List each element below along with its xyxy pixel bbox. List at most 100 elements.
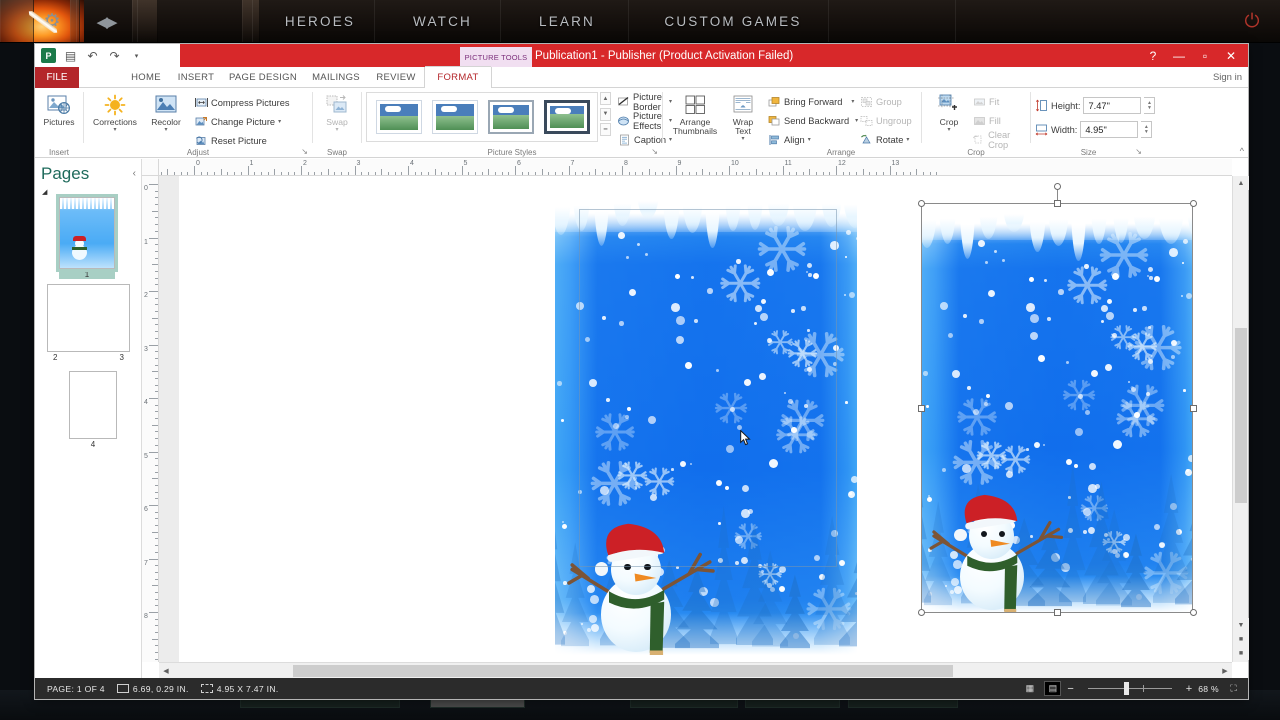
size-dialog-launcher[interactable]: ↘ bbox=[1135, 147, 1142, 156]
handle-bottom-left[interactable] bbox=[918, 609, 925, 616]
nav-back-forward-icons[interactable]: ◀▶ bbox=[80, 0, 132, 42]
redo-icon[interactable]: ↷ bbox=[107, 48, 122, 63]
bring-forward-button[interactable]: Bring Forward ▾ bbox=[767, 93, 858, 110]
swap-button[interactable]: Swap ▾ bbox=[313, 88, 361, 133]
adjust-dialog-launcher[interactable]: ↘ bbox=[301, 147, 308, 156]
vertical-scroll-thumb[interactable] bbox=[1235, 328, 1247, 503]
compress-pictures-button[interactable]: Compress Pictures bbox=[194, 94, 290, 111]
zoom-out-icon[interactable]: − bbox=[1067, 683, 1073, 695]
width-spinner[interactable]: ▲ ▼ bbox=[1141, 121, 1153, 138]
handle-bottom-center[interactable] bbox=[1054, 609, 1061, 616]
wrap-text-dropdown-icon[interactable]: ▾ bbox=[741, 136, 744, 142]
pages-section-expander-icon[interactable]: ◢ bbox=[42, 188, 47, 196]
swap-dropdown-icon[interactable]: ▾ bbox=[335, 127, 338, 133]
picture-style-thumb-2[interactable] bbox=[432, 100, 478, 134]
document-canvas[interactable] bbox=[159, 176, 1232, 662]
tab-review[interactable]: REVIEW bbox=[369, 67, 423, 88]
handle-top-right[interactable] bbox=[1190, 200, 1197, 207]
maximize-button[interactable]: ▫ bbox=[1192, 44, 1218, 67]
fit-page-icon[interactable]: ⛶ bbox=[1225, 681, 1242, 696]
tab-format[interactable]: FORMAT bbox=[425, 67, 491, 88]
rotate-button[interactable]: Rotate ▾ bbox=[859, 131, 912, 148]
align-dropdown-icon[interactable]: ▾ bbox=[808, 137, 811, 143]
recolor-button[interactable]: Recolor ▾ bbox=[142, 88, 190, 133]
customize-qat-icon[interactable]: ▾ bbox=[129, 48, 144, 63]
two-page-spread-view-icon[interactable]: ▤ bbox=[1044, 681, 1062, 696]
handle-bottom-right[interactable] bbox=[1190, 609, 1197, 616]
rotation-handle[interactable] bbox=[1054, 183, 1061, 190]
vertical-ruler[interactable]: 012345678 bbox=[142, 176, 159, 662]
handle-middle-left[interactable] bbox=[918, 405, 925, 412]
collapse-ribbon-icon[interactable]: ^ bbox=[1240, 146, 1244, 156]
horizontal-scroll-thumb[interactable] bbox=[293, 665, 953, 677]
handle-middle-right[interactable] bbox=[1190, 405, 1197, 412]
power-icon[interactable]: ⏻ bbox=[1232, 0, 1272, 42]
previous-page-icon[interactable]: ■ bbox=[1233, 632, 1249, 646]
scroll-right-icon[interactable]: ▶ bbox=[1218, 663, 1232, 679]
page-thumbnail-1[interactable]: 1 bbox=[59, 197, 115, 279]
gallery-more-icon[interactable]: ━ bbox=[600, 123, 611, 136]
zoom-slider[interactable] bbox=[1080, 681, 1180, 696]
next-page-icon[interactable]: ■ bbox=[1233, 646, 1249, 660]
send-backward-dropdown-icon[interactable]: ▾ bbox=[855, 118, 858, 124]
publisher-app-icon[interactable]: P bbox=[41, 48, 56, 63]
bring-forward-dropdown-icon[interactable]: ▾ bbox=[851, 99, 854, 105]
minimize-button[interactable]: — bbox=[1166, 44, 1192, 67]
height-spinner[interactable]: ▲ ▼ bbox=[1144, 97, 1156, 114]
horizontal-scrollbar[interactable]: ◀ ▶ bbox=[159, 662, 1232, 679]
crop-dropdown-icon[interactable]: ▾ bbox=[947, 127, 950, 133]
corrections-dropdown-icon[interactable]: ▾ bbox=[113, 127, 116, 133]
sign-in-link[interactable]: Sign in bbox=[1213, 67, 1242, 88]
nav-item-heroes[interactable]: HEROES bbox=[260, 0, 380, 42]
nav-item-learn[interactable]: LEARN bbox=[512, 0, 622, 42]
recolor-dropdown-icon[interactable]: ▾ bbox=[164, 127, 167, 133]
picture-style-thumb-1[interactable] bbox=[376, 100, 422, 134]
status-page-indicator[interactable]: PAGE: 1 OF 4 bbox=[47, 684, 105, 694]
tab-mailings[interactable]: MAILINGS bbox=[303, 67, 369, 88]
width-input[interactable]: 4.95" bbox=[1080, 121, 1139, 138]
gallery-scroll-down-icon[interactable]: ▼ bbox=[600, 107, 611, 121]
send-backward-button[interactable]: Send Backward ▾ bbox=[767, 112, 858, 129]
pages-pane-collapse-icon[interactable]: ‹ bbox=[133, 168, 136, 179]
single-page-view-icon[interactable]: ▦ bbox=[1021, 681, 1038, 696]
corrections-button[interactable]: Corrections ▾ bbox=[88, 88, 142, 133]
wrap-text-button[interactable]: Wrap Text ▾ bbox=[723, 88, 763, 142]
gallery-scroll-up-icon[interactable]: ▲ bbox=[600, 92, 611, 105]
rotate-dropdown-icon[interactable]: ▾ bbox=[906, 137, 909, 143]
pictures-button[interactable]: Pictures bbox=[35, 88, 83, 127]
reset-picture-button[interactable]: Reset Picture bbox=[194, 132, 290, 149]
nav-item-watch[interactable]: WATCH bbox=[385, 0, 500, 42]
scroll-left-icon[interactable]: ◀ bbox=[159, 663, 173, 679]
tab-page-design[interactable]: PAGE DESIGN bbox=[223, 67, 303, 88]
picture-style-thumb-3[interactable] bbox=[488, 100, 534, 134]
page-thumbnail-4[interactable]: 4 bbox=[69, 371, 117, 449]
close-button[interactable]: ✕ bbox=[1218, 44, 1244, 67]
zoom-in-icon[interactable]: + bbox=[1186, 683, 1192, 695]
tab-home[interactable]: HOME bbox=[123, 67, 169, 88]
arrange-thumbnails-button[interactable]: Arrange Thumbnails bbox=[667, 88, 723, 142]
horizontal-ruler[interactable]: 1012345678910111213 bbox=[159, 159, 1232, 176]
change-picture-dropdown-icon[interactable]: ▾ bbox=[278, 119, 281, 125]
align-button[interactable]: Align ▾ bbox=[767, 131, 858, 148]
undo-icon[interactable]: ↶ bbox=[85, 48, 100, 63]
help-icon[interactable]: ? bbox=[1140, 44, 1166, 67]
tab-file[interactable]: FILE bbox=[35, 67, 79, 88]
ruler-corner[interactable] bbox=[142, 159, 159, 176]
crop-button[interactable]: Crop ▾ bbox=[927, 88, 971, 133]
page-thumbnail-2-3[interactable]: 2 3 bbox=[47, 284, 130, 362]
scroll-up-icon[interactable]: ▲ bbox=[1233, 176, 1249, 190]
nav-item-custom-games[interactable]: CUSTOM GAMES bbox=[648, 0, 818, 42]
handle-top-left[interactable] bbox=[918, 200, 925, 207]
scroll-down-icon[interactable]: ▼ bbox=[1233, 618, 1249, 632]
save-icon[interactable]: ▤ bbox=[63, 48, 78, 63]
change-picture-button[interactable]: Change Picture ▾ bbox=[194, 113, 290, 130]
zoom-slider-thumb[interactable] bbox=[1123, 682, 1129, 695]
vertical-scrollbar[interactable]: ▲ ▼ ■ ■ bbox=[1232, 176, 1249, 662]
tab-insert[interactable]: INSERT bbox=[169, 67, 223, 88]
winter-snowman-artwork-page[interactable] bbox=[555, 190, 857, 655]
selection-bounding-box bbox=[921, 203, 1193, 613]
height-input[interactable]: 7.47" bbox=[1083, 97, 1142, 114]
picture-style-thumb-4[interactable] bbox=[544, 100, 590, 134]
picture-styles-dialog-launcher[interactable]: ↘ bbox=[651, 147, 658, 156]
handle-top-center[interactable] bbox=[1054, 200, 1061, 207]
